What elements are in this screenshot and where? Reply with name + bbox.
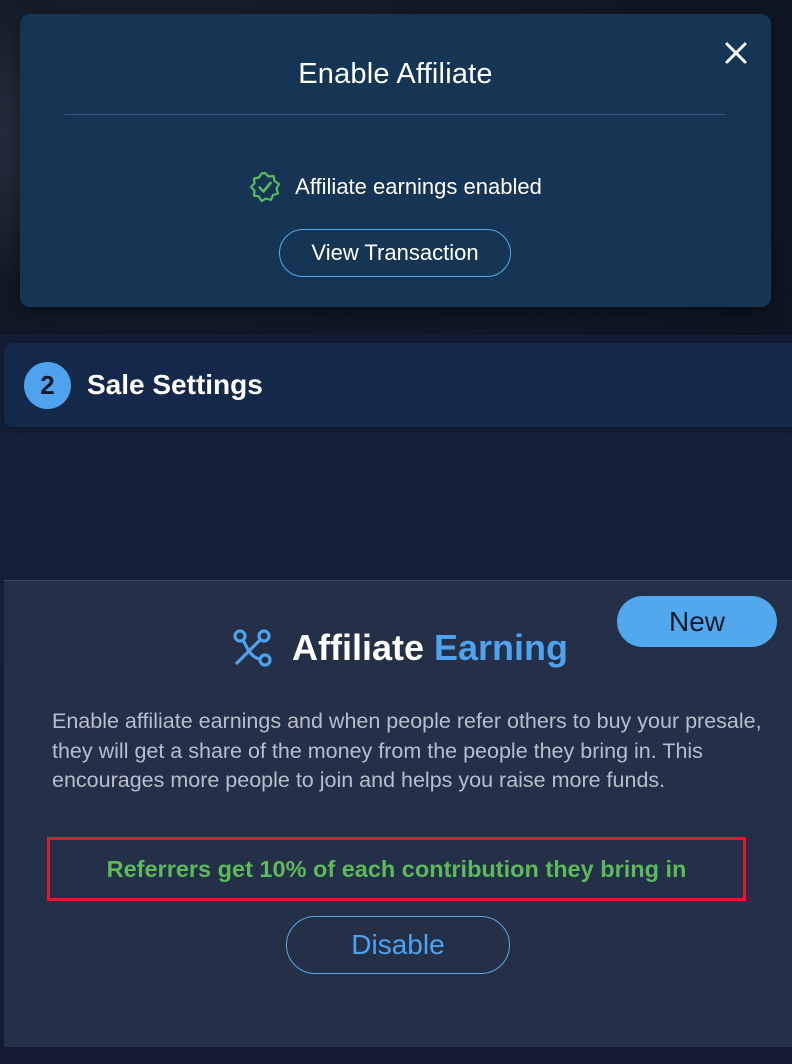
- step-number-badge: 2: [24, 361, 71, 409]
- affiliate-title-word: Affiliate: [291, 627, 424, 668]
- referral-percentage-text: Referrers get 10% of each contribution t…: [106, 855, 687, 882]
- close-button[interactable]: [723, 40, 749, 66]
- affiliate-earning-card: New Affiliate Earning Enable affiliate e…: [4, 580, 792, 1047]
- modal-divider: [65, 114, 726, 115]
- status-text: Affiliate earnings enabled: [295, 174, 542, 199]
- close-icon: [725, 42, 747, 64]
- modal-title: Enable Affiliate: [298, 58, 493, 90]
- enable-affiliate-modal: Enable Affiliate Affiliate earnings enab…: [20, 14, 771, 307]
- referral-highlight-box: Referrers get 10% of each contribution t…: [47, 837, 746, 901]
- affiliate-title-accent: Earning: [434, 627, 569, 668]
- affiliate-network-icon: [233, 629, 272, 667]
- page: Enable Affiliate Affiliate earnings enab…: [0, 0, 792, 1064]
- section-title: Sale Settings: [87, 369, 263, 400]
- status-row: Affiliate earnings enabled: [20, 171, 771, 203]
- view-transaction-button[interactable]: View Transaction: [279, 229, 511, 277]
- verified-check-icon: [250, 171, 281, 203]
- affiliate-heading: Affiliate Earning: [4, 627, 792, 669]
- sale-settings-header[interactable]: 2 Sale Settings: [4, 343, 792, 427]
- disable-button[interactable]: Disable: [286, 916, 510, 974]
- affiliate-description: Enable affiliate earnings and when peopl…: [52, 709, 762, 792]
- affiliate-title: Affiliate Earning: [292, 627, 568, 669]
